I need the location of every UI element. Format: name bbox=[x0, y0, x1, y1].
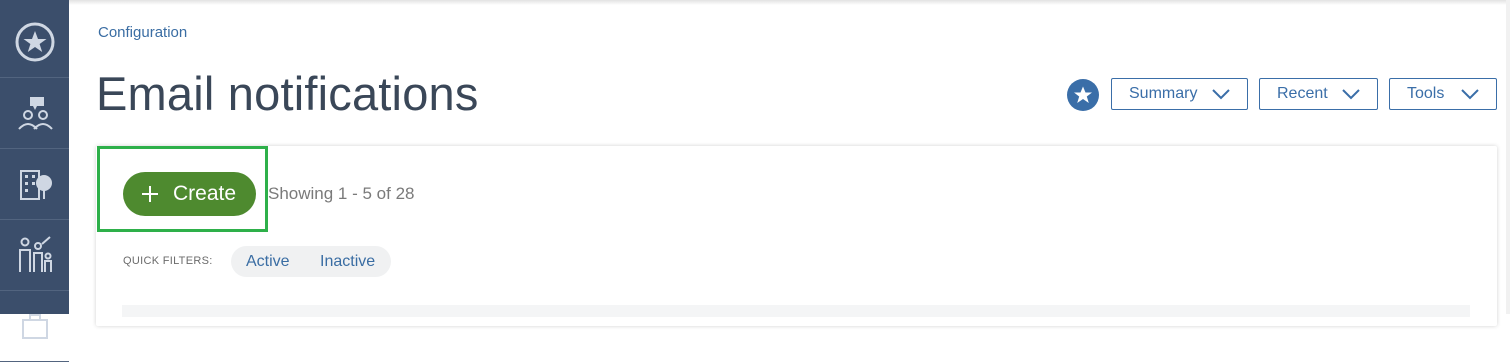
scrollbar-track[interactable] bbox=[1506, 0, 1510, 314]
building-tree-icon bbox=[19, 170, 52, 200]
recent-label: Recent bbox=[1277, 85, 1328, 102]
nav-family[interactable] bbox=[0, 220, 69, 291]
top-shadow bbox=[69, 0, 1510, 5]
favorite-button[interactable] bbox=[1067, 79, 1099, 111]
nav-people-chat[interactable] bbox=[0, 78, 69, 149]
tools-dropdown[interactable]: Tools bbox=[1389, 78, 1497, 110]
page-title: Email notifications bbox=[96, 67, 479, 120]
summary-label: Summary bbox=[1129, 85, 1198, 102]
quick-filter-inactive[interactable]: Inactive bbox=[320, 253, 375, 271]
people-chat-icon bbox=[17, 97, 53, 130]
star-icon bbox=[1074, 86, 1092, 103]
quick-filters-label: QUICK FILTERS: bbox=[123, 255, 213, 267]
table-header bbox=[122, 305, 1470, 317]
results-count: Showing 1 - 5 of 28 bbox=[268, 184, 415, 203]
tools-label: Tools bbox=[1407, 85, 1445, 102]
recent-dropdown[interactable]: Recent bbox=[1259, 78, 1378, 110]
nav-organization[interactable] bbox=[0, 149, 69, 220]
chevron-down-icon bbox=[1212, 89, 1230, 100]
left-nav-rail bbox=[0, 0, 69, 362]
breadcrumb[interactable]: Configuration bbox=[98, 24, 187, 41]
chevron-down-icon bbox=[1342, 89, 1360, 100]
briefcase-icon bbox=[21, 314, 48, 339]
nav-favorites[interactable] bbox=[0, 7, 69, 78]
family-icon bbox=[18, 236, 52, 272]
quick-filter-active[interactable]: Active bbox=[246, 253, 290, 271]
create-label: Create bbox=[173, 182, 237, 205]
plus-icon bbox=[140, 184, 160, 204]
summary-dropdown[interactable]: Summary bbox=[1111, 78, 1248, 110]
nav-briefcase[interactable] bbox=[0, 291, 69, 362]
favorites-icon bbox=[15, 22, 54, 62]
content-card bbox=[96, 146, 1497, 326]
create-button[interactable]: Create bbox=[123, 172, 256, 216]
chevron-down-icon bbox=[1461, 89, 1479, 100]
